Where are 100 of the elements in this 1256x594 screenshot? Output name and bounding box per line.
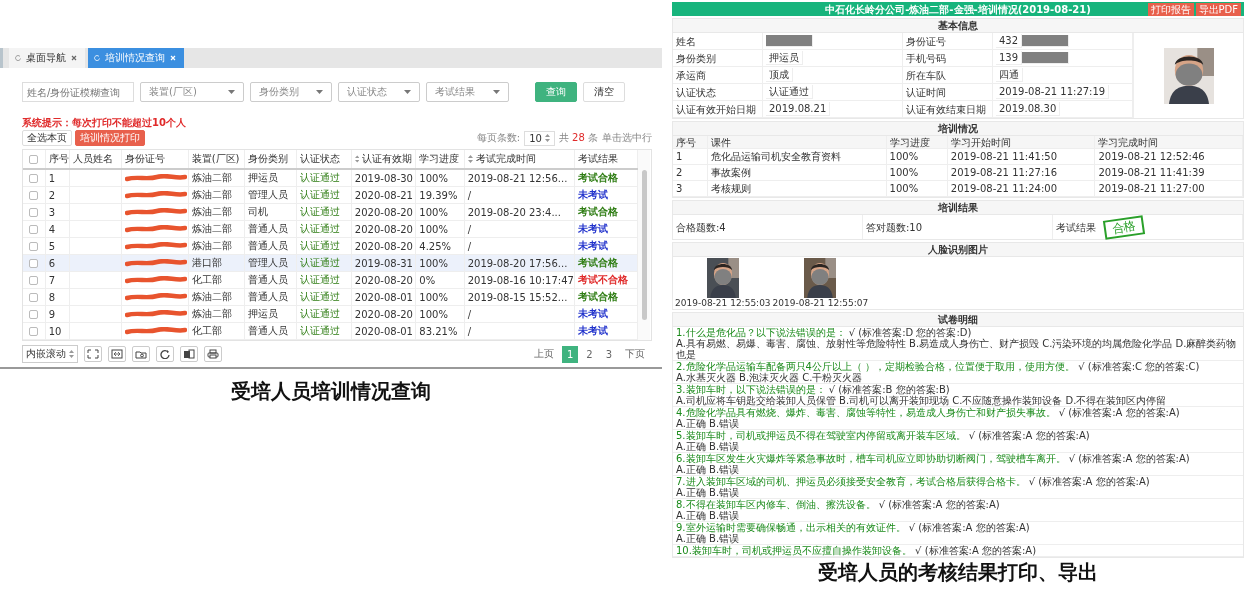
dropdown[interactable]: 身份类别 — [250, 82, 332, 102]
table-cell: 考试合格 — [578, 291, 619, 302]
table-cell: 普通人员 — [248, 240, 289, 251]
table-cell: 2019-08-16 10:17:47 — [467, 274, 574, 286]
checkbox[interactable] — [29, 292, 39, 302]
checkbox[interactable] — [29, 275, 39, 285]
sort-icon[interactable] — [467, 155, 473, 163]
field-label: 身份类别 — [673, 50, 763, 67]
table-cell: 8 — [48, 291, 56, 303]
table-cell: / — [467, 325, 472, 337]
result-text: 合格题数:4 — [676, 221, 726, 233]
table-cell: 100% — [419, 206, 448, 218]
table-cell: 未考试 — [578, 223, 609, 234]
table-cell: 2019-08-21 11:41:39 — [1098, 167, 1205, 178]
question-text: 10.装卸车时，司机或押运员不应擅自操作装卸设备。 √ (标准答案:A 您的答案:A) — [676, 545, 1038, 556]
column-header: 学习进度 — [889, 136, 930, 148]
close-icon[interactable] — [71, 55, 77, 61]
checkbox[interactable] — [29, 326, 39, 336]
checkbox[interactable] — [29, 154, 39, 164]
table-cell: 2019-08-15 15:52... — [467, 291, 568, 303]
table-cell: 考试合格 — [578, 206, 619, 217]
dropdown[interactable]: 认证状态 — [338, 82, 420, 102]
table-cell: 考试不合格 — [578, 274, 629, 285]
table-cell: 2020-08-20 — [354, 223, 413, 235]
column-header[interactable]: 认证有效期 — [354, 152, 413, 166]
table-cell: 危化品运输司机安全教育资料 — [711, 151, 842, 162]
field-value: 2019.08.30 — [996, 102, 1061, 116]
section-header: 基本信息 — [673, 19, 1243, 33]
field-label: 认证状态 — [673, 84, 763, 101]
table-cell: 认证通过 — [300, 308, 341, 319]
spinner-icon[interactable] — [69, 350, 74, 358]
fit-width-button[interactable] — [108, 346, 126, 362]
column-header: 认证状态 — [300, 152, 342, 166]
spinner-icon[interactable] — [544, 134, 550, 142]
checkbox[interactable] — [29, 207, 39, 217]
column-header[interactable]: 考试完成时间 — [467, 152, 572, 166]
table-cell: 化工部 — [191, 325, 222, 336]
table-cell: 押运员 — [248, 308, 279, 319]
photo-caption: 2019-08-21 12:55:03 — [675, 298, 771, 308]
table-cell: 2019-08-31 — [354, 257, 413, 269]
checkbox[interactable] — [29, 224, 39, 234]
table-cell: 普通人员 — [248, 274, 289, 285]
clear-button[interactable]: 清空 — [583, 82, 625, 102]
column-header: 学习开始时间 — [950, 136, 1011, 148]
table-cell: 2019-08-21 12:52:46 — [1098, 151, 1205, 162]
select-all-button[interactable]: 全选本页 — [22, 130, 72, 146]
search-field[interactable]: 姓名/身份证模糊查询 — [22, 82, 134, 102]
field-label: 认证有效结束日期 — [903, 101, 993, 118]
refresh-icon[interactable] — [15, 55, 21, 61]
checkbox[interactable] — [29, 258, 39, 268]
print-button[interactable] — [204, 346, 222, 362]
total-count: 共 28 条 — [558, 131, 598, 145]
redaction-mark — [125, 241, 188, 250]
folder-button[interactable] — [132, 346, 150, 362]
table-cell: 10 — [48, 325, 62, 337]
table-cell: 认证通过 — [300, 257, 341, 268]
fullscreen-button[interactable] — [84, 346, 102, 362]
result-text: 答对题数:10 — [866, 221, 923, 233]
redaction-mark — [125, 190, 188, 199]
table-cell: 炼油二部 — [191, 189, 232, 200]
dropdown[interactable]: 考试结果 — [426, 82, 509, 102]
dropdown[interactable]: 装置(厂区) — [140, 82, 244, 102]
refresh-button[interactable] — [156, 346, 174, 362]
result-label: 考试结果 — [1056, 221, 1096, 233]
scrollbar[interactable] — [641, 170, 647, 320]
table-cell: 2020-08-21 — [354, 189, 413, 201]
question-text: 8.不得在装卸车区内修车、倒油、擦洗设备。 √ (标准答案:A 您的答案:A) — [676, 499, 1001, 510]
table-cell: 100% — [419, 308, 448, 320]
table-cell: 2019-08-20 17:56... — [467, 257, 568, 269]
checkbox[interactable] — [29, 309, 39, 319]
table-cell: 押运员 — [248, 172, 279, 183]
print-button[interactable]: 打印报告 — [1147, 3, 1194, 16]
checkbox[interactable] — [29, 190, 39, 200]
table-cell: 管理人员 — [248, 257, 289, 268]
checkbox[interactable] — [29, 173, 39, 183]
table-cell: 认证通过 — [300, 274, 341, 285]
sort-icon[interactable] — [354, 155, 360, 163]
question-text: 5.装卸车时，司机或押运员不得在驾驶室内停留或离开装车区域。 √ (标准答案:A 您的答案:A) — [676, 430, 1091, 441]
table-cell: 炼油二部 — [191, 206, 232, 217]
print-button[interactable]: 培训情况打印 — [75, 130, 145, 146]
export-button[interactable] — [180, 346, 198, 362]
table-cell: 100% — [419, 223, 448, 235]
field-label: 认证有效开始日期 — [673, 101, 763, 118]
tab[interactable]: 桌面导航 — [9, 48, 85, 68]
options-text: A.正确 B.错误 — [676, 464, 741, 475]
table-cell: 认证通过 — [300, 240, 341, 251]
table-cell: 管理人员 — [248, 189, 289, 200]
options-text: A.司机应将车钥匙交给装卸人员保管 B.司机可以离开装卸现场 C.不应随意操作装卸设备 D.不得在装卸区内停留 — [676, 395, 1168, 406]
table-cell: 3 — [676, 183, 683, 194]
question-text: 2.危险化学品运输车配备两只4公斤以上（ ），定期检验合格，位置便于取用，使用方便。 √ (标准答案:C 您的答案:C) — [676, 361, 1201, 372]
table-cell: 0% — [419, 274, 436, 286]
table-cell: 2019-08-21 12:56... — [467, 172, 568, 184]
checkbox[interactable] — [29, 241, 39, 251]
options-text: A.正确 B.错误 — [676, 533, 740, 544]
scroll-mode-select[interactable]: 内嵌滚动 — [22, 345, 78, 363]
page-size-select[interactable]: 10 — [524, 130, 555, 146]
caption-text: 受培人员的考核结果打印、导出 — [818, 560, 1098, 584]
export-button[interactable]: 导出PDF — [1195, 3, 1241, 16]
table-cell: 2020-08-20 — [354, 206, 413, 218]
options-text: A.正确 B.错误 — [676, 418, 740, 429]
